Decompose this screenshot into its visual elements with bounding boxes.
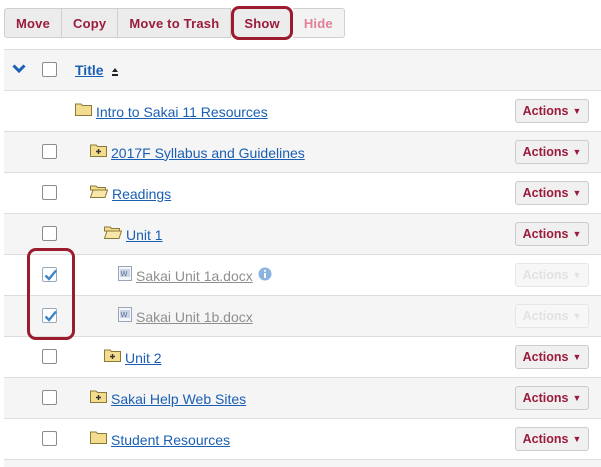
row-checkbox[interactable] xyxy=(42,226,57,241)
file-link[interactable]: Sakai Unit 1b.docx xyxy=(136,309,253,325)
table-row: Unit 2 Actions ▼ xyxy=(4,336,601,377)
folder-open-icon[interactable] xyxy=(103,225,123,244)
table-header-row: Title xyxy=(4,49,601,90)
caret-down-icon: ▼ xyxy=(572,106,582,116)
table-row: 2017F Syllabus and Guidelines Actions ▼ xyxy=(4,131,601,172)
chevron-down-icon[interactable] xyxy=(12,62,26,80)
table-row: W Sakai Unit 1b.docx Actions ▼ xyxy=(4,295,601,336)
caret-down-icon: ▼ xyxy=(572,229,582,239)
table-row: Sakai Help Web Sites Actions ▼ xyxy=(4,377,601,418)
actions-button[interactable]: Actions ▼ xyxy=(515,181,589,205)
checked-items-highlight xyxy=(27,248,75,340)
table-row: W Sakai Unit 1a.docx Actions ▼ xyxy=(4,254,601,295)
svg-text:W: W xyxy=(121,311,128,319)
folder-expand-icon[interactable] xyxy=(90,389,107,408)
actions-button[interactable]: Actions ▼ xyxy=(515,386,589,410)
actions-button[interactable]: Actions ▼ xyxy=(515,345,589,369)
row-checkbox[interactable] xyxy=(42,185,57,200)
table-row: Unit 1 Actions ▼ xyxy=(4,213,601,254)
show-button[interactable]: Show xyxy=(231,6,293,40)
copy-button[interactable]: Copy xyxy=(62,8,119,38)
resources-table: Title Intro to Sakai 11 Resources Action… xyxy=(4,49,601,467)
sort-ascending-icon xyxy=(111,64,119,82)
word-document-icon: W xyxy=(118,307,132,327)
caret-down-icon: ▼ xyxy=(572,270,582,280)
caret-down-icon: ▼ xyxy=(572,352,582,362)
caret-down-icon: ▼ xyxy=(572,311,582,321)
actions-button[interactable]: Actions ▼ xyxy=(515,140,589,164)
move-to-trash-button[interactable]: Move to Trash xyxy=(118,8,232,38)
folder-icon xyxy=(75,102,92,121)
table-row: Readings Actions ▼ xyxy=(4,172,601,213)
caret-down-icon: ▼ xyxy=(572,188,582,198)
folder-open-icon[interactable] xyxy=(89,184,109,203)
actions-button[interactable]: Actions ▼ xyxy=(515,427,589,451)
caret-down-icon: ▼ xyxy=(572,147,582,157)
file-link[interactable]: Sakai Unit 1a.docx xyxy=(136,268,253,284)
folder-link[interactable]: Student Resources xyxy=(111,432,230,448)
word-document-icon: W xyxy=(118,266,132,286)
actions-button-disabled[interactable]: Actions ▼ xyxy=(515,304,589,328)
resource-toolbar: Move Copy Move to Trash Show Hide xyxy=(4,6,345,40)
table-row: Intro to Sakai 11 Resources Actions ▼ xyxy=(4,90,601,131)
actions-button-disabled[interactable]: Actions ▼ xyxy=(515,263,589,287)
move-button[interactable]: Move xyxy=(4,8,63,38)
folder-expand-icon[interactable] xyxy=(90,143,107,162)
title-sort-link[interactable]: Title xyxy=(75,62,104,78)
svg-text:W: W xyxy=(121,270,128,278)
folder-expand-icon[interactable] xyxy=(104,348,121,367)
folder-link[interactable]: Intro to Sakai 11 Resources xyxy=(96,104,268,120)
folder-icon[interactable] xyxy=(90,430,107,449)
select-all-checkbox[interactable] xyxy=(42,62,57,77)
hide-button[interactable]: Hide xyxy=(292,8,345,38)
row-checkbox[interactable] xyxy=(42,144,57,159)
actions-button[interactable]: Actions ▼ xyxy=(515,99,589,123)
folder-link[interactable]: 2017F Syllabus and Guidelines xyxy=(111,145,305,161)
row-checkbox[interactable] xyxy=(42,390,57,405)
row-checkbox[interactable] xyxy=(42,431,57,446)
folder-link[interactable]: Readings xyxy=(112,186,171,202)
actions-button[interactable]: Actions ▼ xyxy=(515,222,589,246)
caret-down-icon: ▼ xyxy=(572,434,582,444)
folder-link[interactable]: Sakai Help Web Sites xyxy=(111,391,246,407)
folder-link[interactable]: Unit 1 xyxy=(126,227,163,243)
row-checkbox[interactable] xyxy=(42,349,57,364)
caret-down-icon: ▼ xyxy=(572,393,582,403)
folder-link[interactable]: Unit 2 xyxy=(125,350,162,366)
info-icon[interactable] xyxy=(258,267,272,286)
table-row: Student Resources Actions ▼ xyxy=(4,418,601,459)
